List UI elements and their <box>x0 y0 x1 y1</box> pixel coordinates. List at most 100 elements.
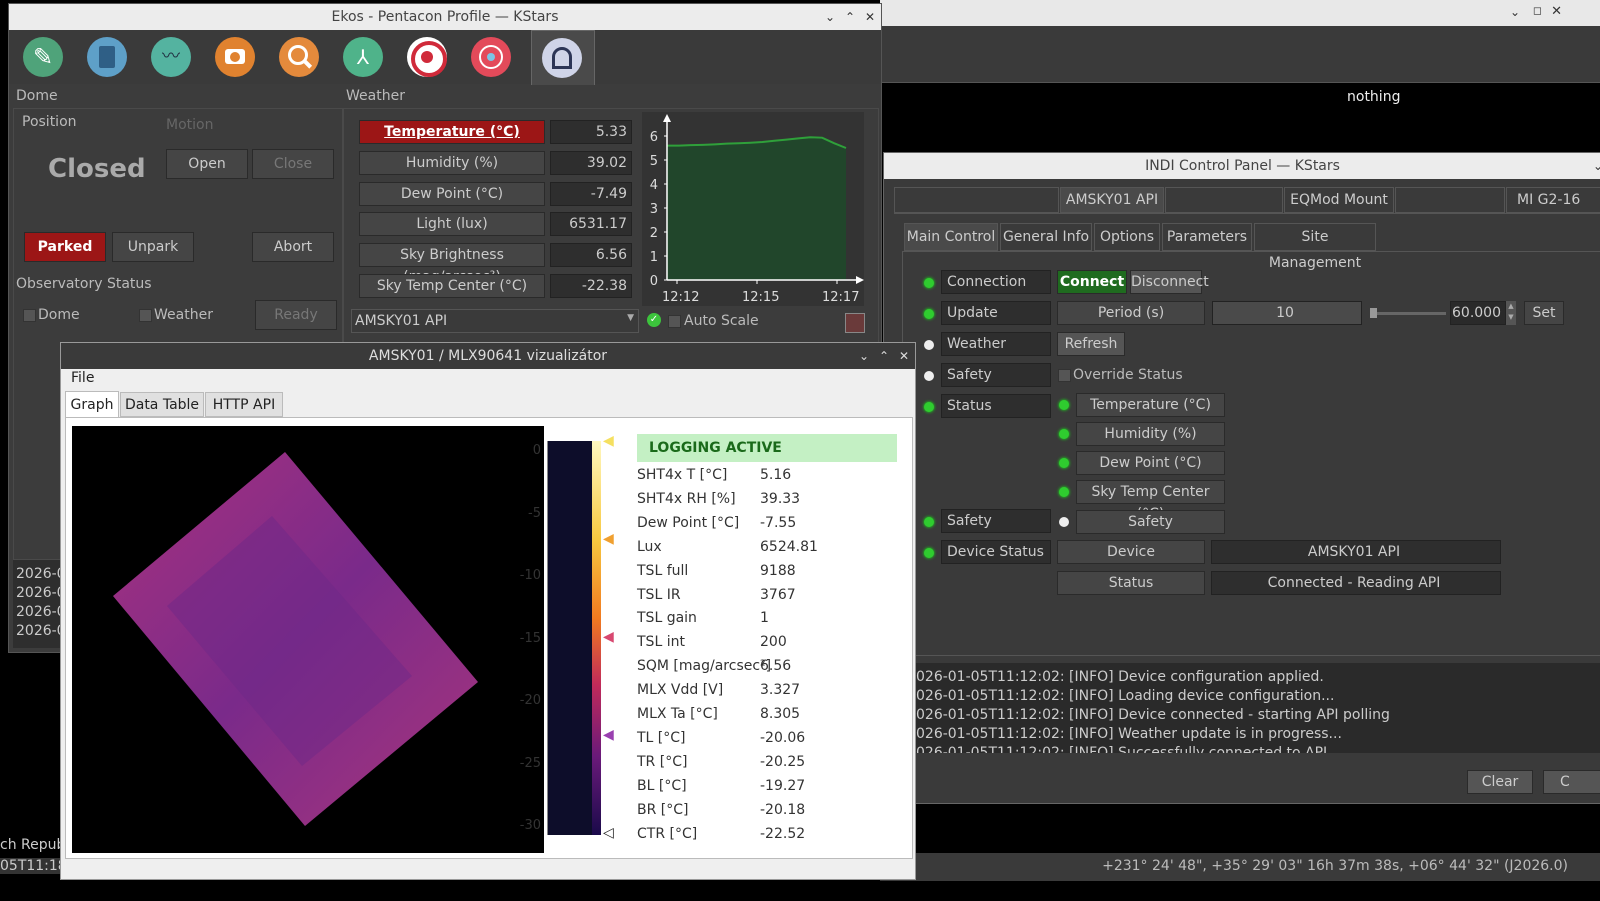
override-status-checkbox[interactable] <box>1058 369 1071 382</box>
tab-graph[interactable]: Graph <box>65 391 119 417</box>
dome-checkbox[interactable] <box>23 309 36 322</box>
weather-param-1[interactable]: Humidity (%) <box>359 150 545 175</box>
colorbar-handle-top[interactable]: ◀ <box>603 433 614 449</box>
spinbox-arrows-icon[interactable]: ▲ ▼ <box>1506 301 1516 325</box>
reading-label: TSL gain <box>637 610 697 627</box>
tab-http-api[interactable]: HTTP API <box>205 392 283 417</box>
weather-param-0[interactable]: Temperature (°C) <box>359 120 545 144</box>
update-label: Update <box>941 301 1051 325</box>
weather-checkbox[interactable] <box>139 309 152 322</box>
y-tick-label: 3 <box>650 202 658 217</box>
colorbar-handle-1[interactable]: ◀ <box>603 531 614 547</box>
refresh-button[interactable]: Refresh <box>1057 332 1125 356</box>
set-button[interactable]: Set <box>1524 301 1564 325</box>
colorbar-tick-label: -10 <box>519 568 541 583</box>
abort-button[interactable]: Abort <box>252 232 334 262</box>
dome-check-label: Dome <box>38 307 80 323</box>
maximize-icon[interactable]: ◻ <box>1533 4 1542 17</box>
device-tab-eqmod[interactable]: EQMod Mount <box>1284 187 1394 213</box>
open-button[interactable]: Open <box>166 149 248 179</box>
connection-status-light <box>924 278 934 288</box>
reading-value: 8.305 <box>760 706 801 722</box>
x-tick-label: 12:15 <box>742 290 779 305</box>
chevron-down-icon[interactable]: ⌄ <box>1593 153 1600 179</box>
safety-group-label: Safety <box>941 509 1051 533</box>
device-tab-amsky01[interactable]: AMSKY01 API <box>1060 187 1164 213</box>
reading-value: 6524.81 <box>760 538 818 555</box>
parked-button[interactable]: Parked <box>24 232 106 262</box>
y-tick-label: 0 <box>650 274 658 289</box>
device-status-light <box>924 548 934 558</box>
y-tick-label: 2 <box>650 226 658 241</box>
disconnect-button[interactable]: Disconnect <box>1130 270 1209 294</box>
autoscale-checkbox[interactable] <box>668 315 681 328</box>
device-status-label: Device Status <box>941 540 1051 564</box>
minimize-icon[interactable]: ⌄ <box>1510 5 1520 19</box>
align-icon[interactable] <box>407 37 447 77</box>
period-setpoint-input[interactable]: 60.000 <box>1450 301 1506 325</box>
device-tab-blank-2[interactable] <box>1165 187 1283 213</box>
scheduler-icon[interactable] <box>87 37 127 77</box>
weather-check-label: Weather <box>154 307 213 323</box>
tab-parameters[interactable]: Parameters <box>1162 223 1252 251</box>
status-ok-icon: ✓ <box>647 313 661 327</box>
close-icon[interactable]: ✕ <box>1551 4 1562 19</box>
reading-label: TR [°C] <box>637 753 688 770</box>
source-select[interactable]: AMSKY01 API ▼ <box>351 309 639 333</box>
reading-value: 9188 <box>760 562 796 579</box>
close-button[interactable]: Close <box>252 149 334 179</box>
device-value: AMSKY01 API <box>1211 540 1501 564</box>
tab-main-control[interactable]: Main Control <box>904 223 998 251</box>
maximize-icon[interactable]: ⌃ <box>879 343 889 369</box>
logging-status-badge: LOGGING ACTIVE <box>637 434 897 462</box>
observatory-icon <box>542 38 582 78</box>
mount-icon[interactable]: ⅄ <box>343 37 383 77</box>
connect-button[interactable]: Connect <box>1057 270 1127 294</box>
device-tab-blank[interactable] <box>894 187 1059 213</box>
colorbar-handle-bottom[interactable]: ◁ <box>603 825 614 841</box>
minimize-icon[interactable]: ⌄ <box>859 343 869 369</box>
colorbar-handle-3[interactable]: ◀ <box>603 727 614 743</box>
tab-data-table[interactable]: Data Table <box>120 392 204 417</box>
weather-param-2[interactable]: Dew Point (°C) <box>359 181 545 206</box>
reading-value: 3767 <box>760 586 796 603</box>
weather-param-5[interactable]: Sky Temp Center (°C) <box>359 274 545 298</box>
tab-general-info[interactable]: General Info <box>1000 223 1092 251</box>
device-tab-blank-3[interactable] <box>1395 187 1505 213</box>
log-date-2: 2026-0 <box>16 585 66 601</box>
weather-param-4[interactable]: Sky Brightness (mag/arcsec²) <box>359 243 545 285</box>
ekos-title: Ekos - Pentacon Profile — KStars <box>331 9 559 25</box>
close-icon[interactable]: ✕ <box>899 343 909 369</box>
observatory-tab[interactable] <box>531 30 595 85</box>
tab-options[interactable]: Options <box>1094 223 1160 251</box>
weather-param-3[interactable]: Light (lux) <box>359 212 545 237</box>
close-icon[interactable]: ✕ <box>865 4 875 30</box>
reading-label: BL [°C] <box>637 777 687 794</box>
focus-icon[interactable] <box>279 37 319 77</box>
minimize-icon[interactable]: ⌄ <box>825 4 835 30</box>
capture-icon[interactable] <box>215 37 255 77</box>
unpark-button[interactable]: Unpark <box>112 232 194 262</box>
source-select-value: AMSKY01 API <box>355 313 448 329</box>
sky-temp-status: Sky Temp Center (°C) <box>1076 480 1225 522</box>
stop-icon[interactable] <box>845 313 865 333</box>
reading-value: 3.327 <box>760 682 801 699</box>
x-tick-label: 12:17 <box>822 290 859 305</box>
device-tab-mi-g2[interactable]: MI G2-16 <box>1506 187 1600 213</box>
reading-value: 6.56 <box>760 658 792 675</box>
close-button-partial[interactable]: C <box>1543 770 1600 794</box>
analyze-icon[interactable]: 〰 <box>151 37 191 77</box>
menu-file[interactable]: File <box>71 370 94 386</box>
colorbar-handle-2[interactable]: ◀ <box>603 629 614 645</box>
period-value: 10 <box>1212 301 1362 325</box>
period-slider[interactable] <box>1370 308 1446 318</box>
clear-button[interactable]: Clear <box>1467 770 1533 794</box>
setup-icon[interactable]: ✎ <box>23 37 63 77</box>
maximize-icon[interactable]: ⌃ <box>845 4 855 30</box>
status-value: Connected - Reading API <box>1211 571 1501 595</box>
tab-site-management[interactable]: Site Management <box>1254 223 1376 271</box>
guide-icon[interactable] <box>471 37 511 77</box>
indi-log-line: 026-01-05T11:12:02: [INFO] Weather updat… <box>916 726 1342 742</box>
status-coordinates: +231° 24' 48", +35° 29' 03" 16h 37m 38s,… <box>1102 858 1568 874</box>
ready-button[interactable]: Ready <box>255 300 337 330</box>
